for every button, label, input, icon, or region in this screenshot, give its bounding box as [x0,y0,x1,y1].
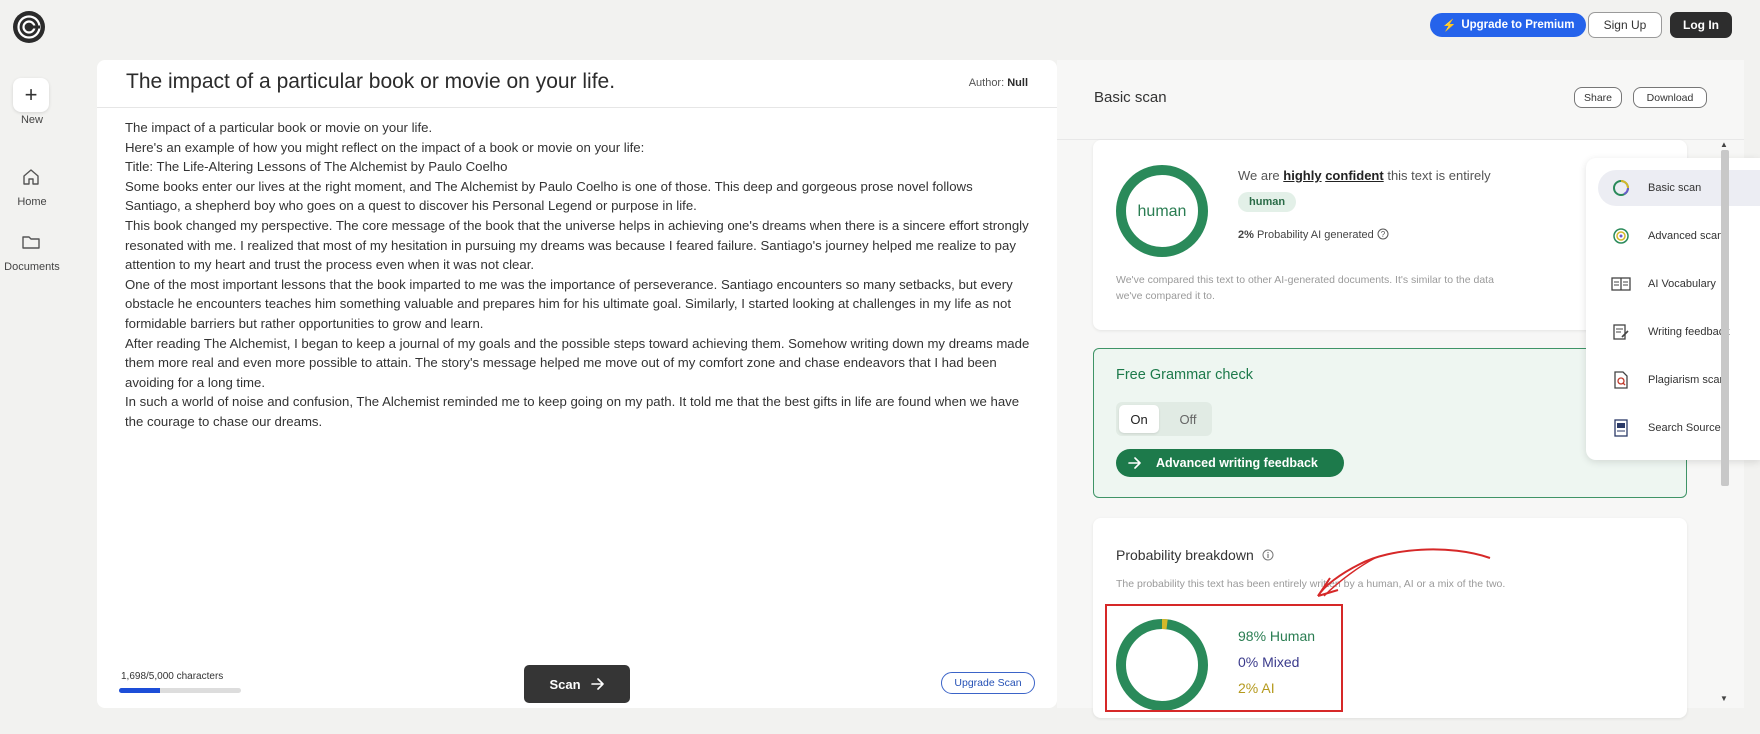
upgrade-scan-button[interactable]: Upgrade Scan [941,672,1035,694]
paragraph: Here's an example of how you might refle… [125,139,645,155]
sidebar-item-documents[interactable]: Documents [0,261,64,273]
confidence-prefix: We are [1238,168,1280,183]
menu-item-label: Advanced scan [1648,230,1724,242]
donut-center-label: human [1138,203,1187,220]
plus-icon: + [24,82,38,107]
comparison-note: We've compared this text to other AI-gen… [1116,274,1494,302]
share-button[interactable]: Share [1574,87,1622,108]
home-icon[interactable] [21,167,43,189]
menu-item-search-sources[interactable]: Search Sources [1598,410,1760,446]
annotation-highlight-box [1105,604,1343,712]
results-title: Basic scan [1094,89,1167,106]
paragraph: This book changed my perspective. The co… [125,217,1029,273]
confidence-statement: We are highly confident this text is ent… [1238,168,1491,183]
author-label: Author: [968,77,1005,89]
annotation-arrow [1317,548,1491,597]
grammar-toggle[interactable]: On Off [1116,402,1212,436]
document-text[interactable]: The impact of a particular book or movie… [125,118,1031,432]
upgrade-premium-button[interactable]: ⚡ Upgrade to Premium [1430,13,1587,37]
toggle-on-option[interactable]: On [1119,405,1159,433]
document-title[interactable]: The impact of a particular book or movie… [126,70,615,94]
paragraph: In such a world of noise and confusion, … [125,394,1020,429]
scan-label: Scan [549,676,581,692]
writing-feedback-icon [1606,322,1636,342]
help-icon[interactable]: ? [1377,228,1389,240]
menu-item-label: AI Vocabulary [1648,278,1716,290]
ai-probability: 2% Probability AI generated ? [1238,228,1389,241]
ai-probability-value: 2% [1238,229,1254,241]
log-in-button[interactable]: Log In [1670,12,1732,38]
scroll-up-arrow[interactable]: ▲ [1720,140,1728,149]
confidence-word-confident[interactable]: confident [1325,168,1384,183]
basic-scan-icon [1606,178,1636,198]
menu-item-plagiarism-scan[interactable]: Plagiarism scan [1598,362,1760,398]
folder-icon[interactable] [21,232,43,254]
author-info: Author: Null [969,77,1028,89]
character-progress-bar [119,688,241,693]
new-document-button[interactable]: + [13,78,49,112]
confidence-suffix: this text is entirely [1387,168,1491,183]
arrow-right-icon [590,678,604,690]
sidebar-item-new-label: New [20,114,43,126]
vocabulary-icon [1606,274,1636,294]
menu-item-writing-feedback[interactable]: Writing feedback [1598,314,1760,350]
scan-type-menu: Basic scan Advanced scan AI Vocabulary W… [1586,158,1760,460]
advanced-scan-icon [1606,226,1636,246]
menu-item-label: Search Sources [1648,422,1727,434]
menu-item-basic-scan[interactable]: Basic scan [1598,170,1760,206]
advanced-writing-feedback-button[interactable]: Advanced writing feedback [1116,449,1344,477]
paragraph: After reading The Alchemist, I began to … [125,335,1030,390]
author-value: Null [1007,77,1028,89]
download-button[interactable]: Download [1633,87,1707,108]
human-donut-chart: human [1115,164,1209,263]
grammar-title: Free Grammar check [1116,367,1253,383]
plagiarism-icon [1606,370,1636,390]
svg-text:?: ? [1381,230,1386,239]
confidence-word-highly[interactable]: highly [1283,168,1321,183]
paragraph: One of the most important lessons that t… [125,276,1013,331]
arrow-right-icon [1128,457,1141,469]
menu-item-ai-vocabulary[interactable]: AI Vocabulary [1598,266,1760,302]
lightning-icon: ⚡ [1442,20,1457,32]
probability-breakdown-title: Probability breakdown [1116,547,1274,563]
scrollbar-thumb[interactable] [1721,150,1729,486]
paragraph: Title: The Life-Altering Lessons of The … [125,159,508,175]
character-progress-fill [119,688,161,693]
editor-card: The impact of a particular book or movie… [97,60,1057,708]
menu-item-label: Basic scan [1648,182,1702,194]
sidebar-item-home[interactable]: Home [0,196,64,208]
menu-item-advanced-scan[interactable]: Advanced scan [1598,218,1760,254]
editor-header: The impact of a particular book or movie… [97,60,1057,108]
sign-up-button[interactable]: Sign Up [1588,12,1662,38]
character-count: 1,698/5,000 characters [121,671,224,682]
advanced-writing-feedback-label: Advanced writing feedback [1156,456,1318,470]
scroll-down-arrow[interactable]: ▼ [1720,694,1728,703]
paragraph: Some books enter our lives at the right … [125,178,973,214]
search-sources-icon [1606,418,1636,438]
paragraph: The impact of a particular book or movie… [125,120,433,135]
toggle-off-option[interactable]: Off [1168,405,1208,433]
result-badge: human [1238,192,1297,212]
ai-probability-label: Probability AI generated [1256,229,1374,241]
upgrade-premium-label: Upgrade to Premium [1461,19,1575,31]
probability-breakdown-label: Probability breakdown [1116,547,1254,563]
scan-button[interactable]: Scan [524,665,630,703]
app-logo[interactable] [12,10,46,44]
results-header: Basic scan Share Download [1057,60,1744,140]
menu-item-label: Plagiarism scan [1648,374,1726,386]
info-icon[interactable] [1262,549,1274,561]
